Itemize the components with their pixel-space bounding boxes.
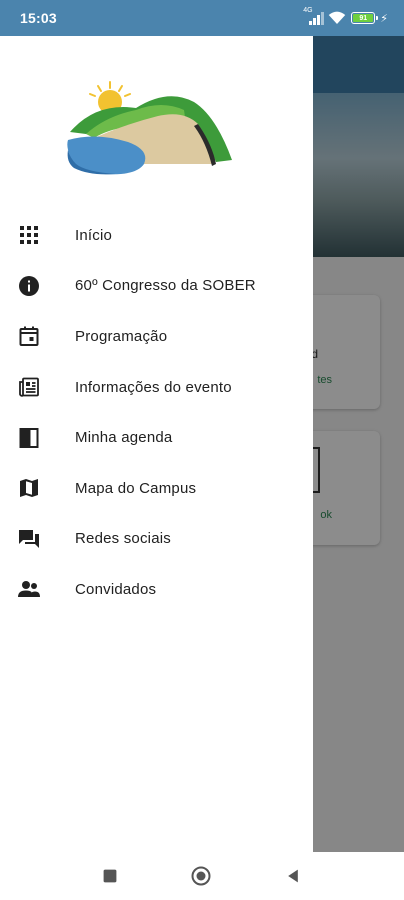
- menu-item-minha-agenda[interactable]: Minha agenda: [0, 412, 313, 463]
- recent-apps-button[interactable]: [100, 866, 120, 886]
- menu-item-label: 60º Congresso da SOBER: [75, 277, 256, 295]
- recent-apps-icon: [103, 869, 117, 883]
- wifi-icon: [329, 11, 346, 24]
- menu-item-congresso[interactable]: 60º Congresso da SOBER: [0, 261, 313, 312]
- menu-item-label: Minha agenda: [75, 429, 173, 447]
- menu-item-label: Redes sociais: [75, 530, 171, 548]
- battery-icon: 91: [351, 12, 379, 24]
- back-button[interactable]: [283, 866, 303, 886]
- menu-item-informacoes[interactable]: Informações do evento: [0, 362, 313, 413]
- info-icon: [17, 274, 41, 298]
- newspaper-icon: [17, 375, 41, 399]
- status-time: 15:03: [20, 10, 57, 26]
- sober-congress-logo: [67, 81, 232, 175]
- chat-icon: [17, 527, 41, 551]
- menu-item-label: Programação: [75, 327, 168, 345]
- menu-item-label: Informações do evento: [75, 378, 232, 396]
- menu-item-label: Mapa do Campus: [75, 479, 197, 497]
- signal-icon: 4G: [303, 7, 325, 25]
- grid-icon: [17, 223, 41, 247]
- menu-item-mapa[interactable]: Mapa do Campus: [0, 463, 313, 514]
- navigation-drawer: Início 60º Congresso da SOBER Programaçã…: [0, 36, 313, 852]
- menu-item-redes-sociais[interactable]: Redes sociais: [0, 514, 313, 565]
- home-button[interactable]: [191, 866, 211, 886]
- menu-item-label: Convidados: [75, 580, 157, 598]
- book-icon: [17, 426, 41, 450]
- charging-bolt-icon: ⚡: [380, 12, 388, 25]
- battery-percent: 91: [359, 14, 368, 22]
- system-navigation-bar: [0, 852, 404, 900]
- people-icon: [17, 577, 41, 601]
- menu-item-inicio[interactable]: Início: [0, 210, 313, 261]
- network-type-label: 4G: [303, 7, 313, 14]
- menu-item-convidados[interactable]: Convidados: [0, 564, 313, 615]
- back-icon: [288, 869, 298, 883]
- map-icon: [17, 476, 41, 500]
- calendar-icon: [17, 324, 41, 348]
- status-icons: 4G 91 ⚡: [303, 7, 388, 25]
- drawer-menu: Início 60º Congresso da SOBER Programaçã…: [0, 210, 313, 615]
- menu-item-programacao[interactable]: Programação: [0, 311, 313, 362]
- home-icon: [191, 866, 211, 886]
- menu-item-label: Início: [75, 226, 113, 244]
- status-bar: 15:03 4G 91 ⚡: [0, 0, 404, 36]
